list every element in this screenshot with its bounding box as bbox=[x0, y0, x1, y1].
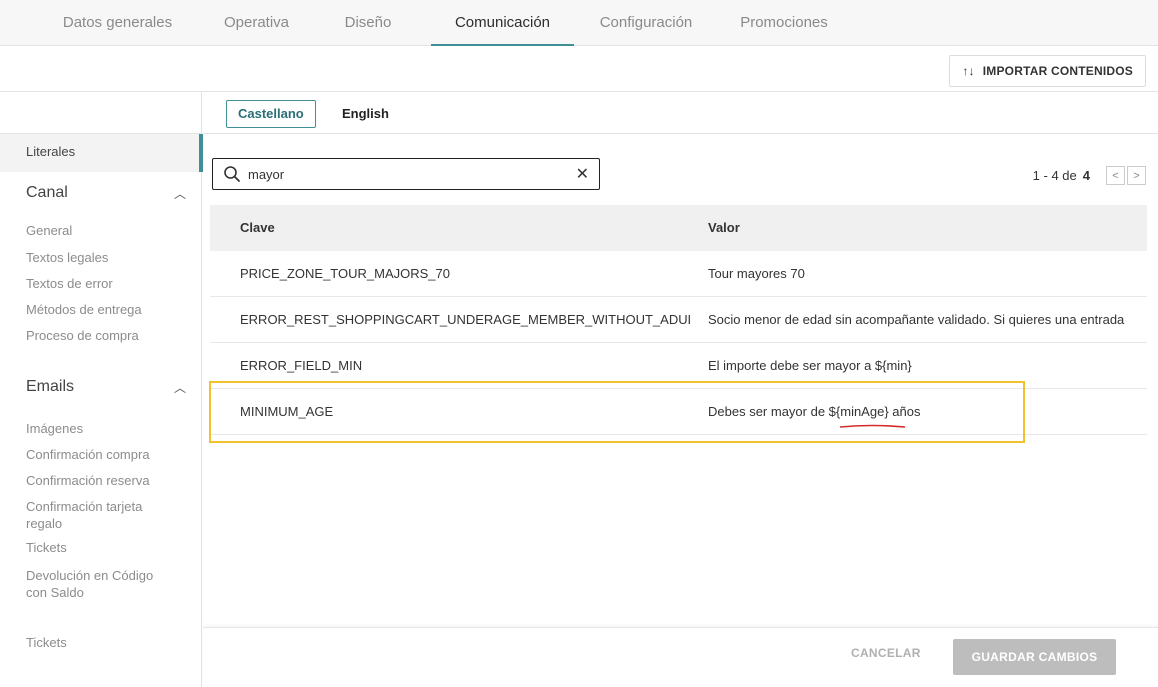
sidebar-section-emails[interactable]: Emails ︿ bbox=[26, 378, 186, 396]
table-row[interactable]: ERROR_REST_SHOPPINGCART_UNDERAGE_MEMBER_… bbox=[210, 297, 1147, 343]
pagination-total: 4 bbox=[1082, 168, 1090, 183]
table-row[interactable]: PRICE_ZONE_TOUR_MAJORS_70 Tour mayores 7… bbox=[210, 251, 1147, 297]
sidebar-item-general[interactable]: General bbox=[26, 222, 72, 239]
table-row[interactable]: MINIMUM_AGE Debes ser mayor de ${minAge}… bbox=[210, 389, 1147, 435]
search-field: ✕ bbox=[212, 158, 600, 190]
search-input[interactable] bbox=[248, 159, 558, 189]
pagination-range: 1 - 4 de bbox=[1032, 168, 1077, 183]
row-value: El importe debe ser mayor a ${min} bbox=[708, 358, 912, 373]
pagination: 1 - 4 de 4 < > bbox=[1033, 166, 1146, 185]
sidebar-item-tickets[interactable]: Tickets bbox=[26, 634, 67, 651]
sort-arrows-icon: ↑↓ bbox=[962, 64, 975, 78]
row-key: PRICE_ZONE_TOUR_MAJORS_70 bbox=[240, 266, 450, 281]
sidebar-header bbox=[0, 92, 201, 134]
sidebar-item-tickets-email[interactable]: Tickets bbox=[26, 539, 67, 556]
sidebar-item-confirmacion-compra[interactable]: Confirmación compra bbox=[26, 446, 150, 463]
lang-english-button[interactable]: English bbox=[330, 100, 401, 128]
save-changes-button[interactable]: GUARDAR CAMBIOS bbox=[953, 639, 1116, 675]
sidebar-item-devolucion[interactable]: Devolución en Código con Saldo bbox=[26, 567, 176, 601]
tab-diseno[interactable]: Diseño bbox=[328, 0, 408, 46]
section-title: Canal bbox=[26, 184, 68, 201]
table-row[interactable]: ERROR_FIELD_MIN El importe debe ser mayo… bbox=[210, 343, 1147, 389]
sidebar-section-canal[interactable]: Canal ︿ bbox=[26, 184, 186, 202]
lang-castellano-button[interactable]: Castellano bbox=[226, 100, 316, 128]
row-value: Debes ser mayor de ${minAge} años bbox=[708, 404, 921, 419]
table-header: Clave Valor bbox=[210, 205, 1147, 251]
import-contents-button[interactable]: ↑↓ IMPORTAR CONTENIDOS bbox=[949, 55, 1146, 87]
column-header-value: Valor bbox=[708, 220, 740, 235]
sidebar-item-label: Literales bbox=[26, 144, 76, 159]
tab-datos-generales[interactable]: Datos generales bbox=[45, 0, 190, 46]
chevron-up-icon: ︿ bbox=[173, 187, 186, 201]
cancel-button[interactable]: CANCELAR bbox=[851, 646, 921, 660]
main-tabs: Datos generales Operativa Diseño Comunic… bbox=[0, 0, 1158, 47]
chevron-left-icon[interactable]: < bbox=[1106, 166, 1125, 185]
tab-promociones[interactable]: Promociones bbox=[724, 0, 844, 46]
toolbar: ↑↓ IMPORTAR CONTENIDOS bbox=[0, 46, 1158, 92]
pagination-nav: < > bbox=[1104, 166, 1146, 185]
main-content: Castellano English ✕ 1 - 4 de 4 < > Clav… bbox=[203, 92, 1158, 687]
import-contents-label: IMPORTAR CONTENIDOS bbox=[982, 64, 1133, 78]
row-key: ERROR_FIELD_MIN bbox=[240, 358, 363, 373]
language-tabs: Castellano English bbox=[203, 92, 1158, 134]
sidebar-item-imagenes[interactable]: Imágenes bbox=[26, 420, 83, 437]
sidebar-item-literales[interactable]: Literales bbox=[0, 134, 203, 172]
tab-comunicacion[interactable]: Comunicación bbox=[431, 0, 574, 47]
underline-annotation bbox=[839, 424, 906, 428]
column-header-key: Clave bbox=[240, 220, 275, 235]
row-key: MINIMUM_AGE bbox=[240, 404, 334, 419]
row-key: ERROR_REST_SHOPPINGCART_UNDERAGE_MEMBER_… bbox=[240, 312, 690, 327]
sidebar-item-textos-legales[interactable]: Textos legales bbox=[26, 249, 108, 266]
sidebar-item-confirmacion-reserva[interactable]: Confirmación reserva bbox=[26, 472, 150, 489]
row-value: Tour mayores 70 bbox=[708, 266, 805, 281]
tab-configuracion[interactable]: Configuración bbox=[586, 0, 706, 46]
chevron-up-icon: ︿ bbox=[173, 381, 186, 395]
sidebar-item-confirmacion-tarjeta[interactable]: Confirmación tarjeta regalo bbox=[26, 498, 156, 532]
sidebar: Literales Canal ︿ General Textos legales… bbox=[0, 92, 203, 687]
sidebar-item-metodos-entrega[interactable]: Métodos de entrega bbox=[26, 301, 142, 318]
sidebar-item-textos-error[interactable]: Textos de error bbox=[26, 275, 113, 292]
sidebar-item-proceso-compra[interactable]: Proceso de compra bbox=[26, 327, 139, 344]
search-icon bbox=[224, 166, 240, 182]
chevron-right-icon[interactable]: > bbox=[1127, 166, 1146, 185]
footer-actions: CANCELAR GUARDAR CAMBIOS bbox=[203, 627, 1158, 687]
section-title: Emails bbox=[26, 378, 75, 395]
tab-operativa[interactable]: Operativa bbox=[208, 0, 305, 46]
literals-table: Clave Valor PRICE_ZONE_TOUR_MAJORS_70 To… bbox=[210, 205, 1147, 435]
row-value: Socio menor de edad sin acompañante vali… bbox=[708, 312, 1125, 327]
close-icon[interactable]: ✕ bbox=[576, 164, 589, 184]
